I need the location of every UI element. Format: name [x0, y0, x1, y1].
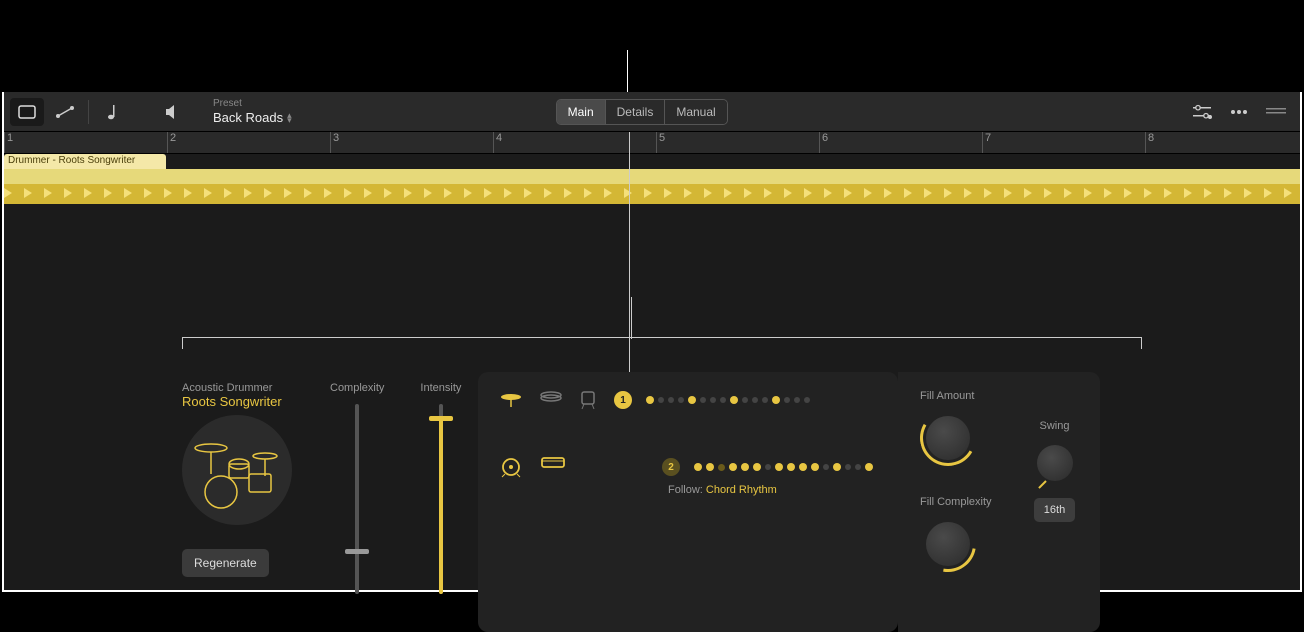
pattern-panel: 1 2 — [478, 372, 898, 632]
chevron-updown-icon: ▴▾ — [287, 113, 292, 122]
preset-selector[interactable]: Preset Back Roads ▴▾ — [213, 98, 292, 126]
snare-icon[interactable] — [540, 456, 566, 478]
intensity-label: Intensity — [420, 382, 461, 394]
drummer-avatar[interactable] — [182, 415, 292, 525]
region-body — [4, 169, 1300, 184]
kick-icon[interactable] — [500, 456, 522, 478]
ruler-tick: 3 — [330, 132, 339, 153]
region-beat-lane — [4, 184, 1300, 204]
cymbal-icon[interactable] — [500, 390, 522, 410]
more-icon[interactable] — [1230, 109, 1248, 115]
drummer-column: Acoustic Drummer Roots Songwriter — [182, 362, 312, 632]
curve-icon — [55, 105, 75, 119]
ruler-tick: 1 — [4, 132, 13, 153]
complexity-label: Complexity — [330, 382, 384, 394]
settings-icon[interactable] — [1192, 104, 1212, 120]
note-view-button[interactable] — [95, 98, 129, 126]
editor-window: Preset Back Roads ▴▾ Main Details Manual — [2, 92, 1302, 592]
swing-mode-button[interactable]: 16th — [1034, 498, 1075, 522]
resize-handle-icon[interactable] — [1266, 107, 1286, 117]
sliders-column: Complexity Intensity — [330, 362, 460, 632]
callout-bracket — [182, 337, 1142, 349]
ruler-tick: 8 — [1145, 132, 1154, 153]
pattern-1-steps[interactable] — [646, 396, 810, 404]
drummer-type-label: Acoustic Drummer — [182, 382, 312, 394]
callout-stem — [631, 297, 632, 339]
drumkit-icon — [187, 430, 287, 510]
follow-label: Follow: — [668, 484, 703, 496]
ruler-tick: 4 — [493, 132, 502, 153]
timeline-ruler[interactable]: 1 2 3 4 5 6 7 8 — [4, 132, 1300, 154]
ruler-tick: 2 — [167, 132, 176, 153]
swing-label: Swing — [1040, 420, 1070, 432]
drummer-region[interactable]: Drummer - Roots Songwriter — [4, 154, 1300, 204]
complexity-slider[interactable]: Complexity — [330, 382, 384, 632]
ruler-tick: 7 — [982, 132, 991, 153]
follow-label-row[interactable]: Follow: Chord Rhythm — [668, 484, 876, 496]
follow-value: Chord Rhythm — [706, 484, 777, 496]
drummer-editor-panel: Acoustic Drummer Roots Songwriter — [182, 362, 1142, 632]
pattern-1-badge[interactable]: 1 — [614, 391, 632, 409]
swing-knob[interactable] — [1032, 440, 1078, 486]
pattern-2-badge[interactable]: 2 — [662, 458, 680, 476]
preset-name: Back Roads — [213, 110, 283, 126]
drummer-name[interactable]: Roots Songwriter — [182, 394, 312, 409]
fill-amount-label: Fill Amount — [920, 390, 974, 402]
tab-main[interactable]: Main — [557, 100, 606, 124]
pattern-2-steps[interactable] — [694, 463, 873, 471]
knobs-panel: Fill Amount Fill Complexity Swing — [898, 372, 1100, 632]
callout-line-top — [627, 50, 628, 95]
fill-complexity-knob[interactable] — [920, 516, 976, 572]
fill-amount-knob[interactable] — [920, 410, 976, 466]
tab-manual[interactable]: Manual — [665, 100, 726, 124]
pattern-row-2[interactable]: 2 — [500, 456, 876, 478]
region-icon — [18, 105, 36, 119]
toolbar-separator — [88, 100, 89, 124]
audition-button[interactable] — [157, 98, 191, 126]
regenerate-button[interactable]: Regenerate — [182, 549, 269, 577]
automation-view-button[interactable] — [48, 98, 82, 126]
region-view-button[interactable] — [10, 98, 44, 126]
tab-details[interactable]: Details — [606, 100, 666, 124]
note-icon — [107, 104, 117, 120]
tom-icon[interactable] — [580, 390, 596, 410]
ruler-tick: 6 — [819, 132, 828, 153]
preset-label: Preset — [213, 98, 292, 110]
ruler-tick: 5 — [656, 132, 665, 153]
intensity-slider[interactable]: Intensity — [420, 382, 461, 632]
region-label: Drummer - Roots Songwriter — [4, 154, 166, 169]
hihat-icon[interactable] — [540, 390, 562, 410]
pattern-row-1[interactable]: 1 — [500, 390, 876, 410]
editor-toolbar: Preset Back Roads ▴▾ Main Details Manual — [4, 92, 1300, 132]
fill-complexity-label: Fill Complexity — [920, 496, 992, 508]
speaker-icon — [165, 104, 183, 120]
view-mode-segment: Main Details Manual — [556, 99, 728, 125]
